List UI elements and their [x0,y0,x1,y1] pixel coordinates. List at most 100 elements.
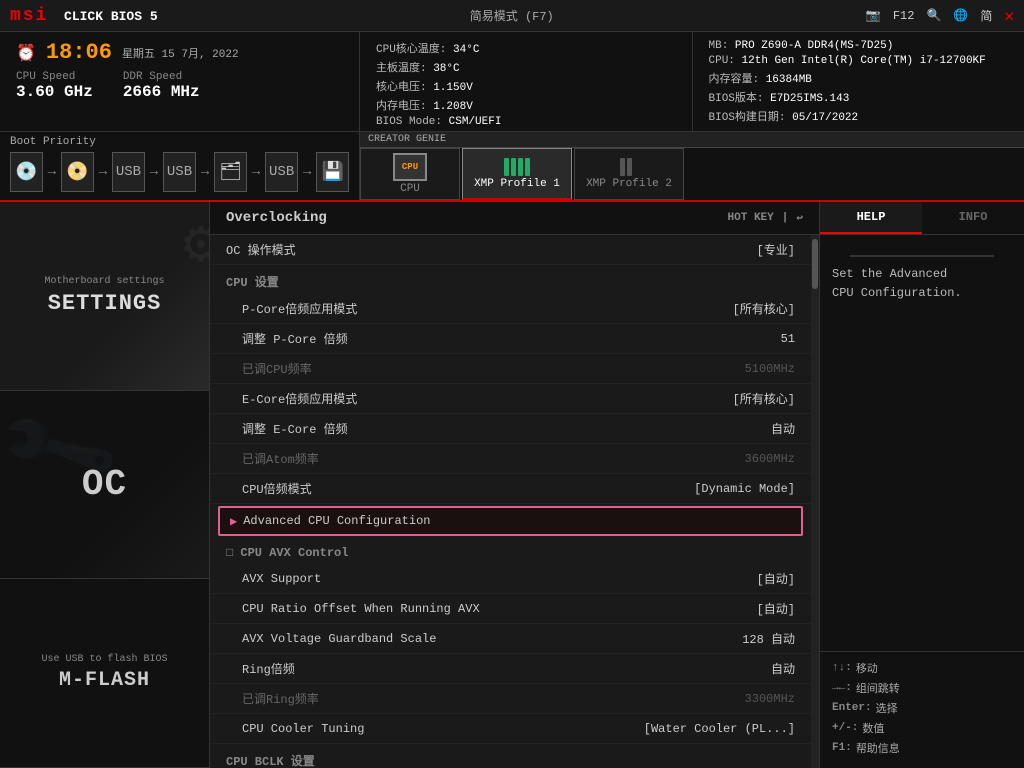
setting-name: CPU Cooler Tuning [242,722,644,736]
setting-value: 5100MHz [745,362,795,376]
tab-xmp2[interactable]: XMP Profile 2 [574,148,684,200]
setting-row[interactable]: ▶ Advanced CPU Configuration [218,506,803,536]
cpu-icon: CPU [393,153,427,181]
top-bar-center: 简易模式 (F7) [470,7,554,24]
setting-name: CPU Ratio Offset When Running AVX [242,602,757,616]
setting-row[interactable]: AVX Voltage Guardband Scale128 自动 [210,624,811,654]
flash-section[interactable]: Use USB to flash BIOS M-FLASH [0,579,209,768]
f12-label[interactable]: F12 [893,9,915,23]
setting-name: OC 操作模式 [226,241,757,258]
status-bar: ⏰ 18:06 星期五 15 7月, 2022 CPU Speed 3.60 G… [0,32,1024,132]
return-icon[interactable]: ↩ [796,211,803,225]
right-tabs: HELP INFO [820,202,1024,235]
setting-row[interactable]: 已调Atom频率3600MHz [210,444,811,474]
boot-priority-area: Boot Priority 💿 → 📀 → USB → USB → 🗂 → US… [0,132,360,200]
setting-name: 已调Ring频率 [242,690,745,707]
setting-value: 3600MHz [745,452,795,466]
top-bar-right: 📷 F12 🔍 🌐 简 ✕ [866,6,1014,26]
gear-icon: ⚙ [183,207,209,281]
setting-value: [自动] [757,600,795,617]
setting-value: 51 [781,332,795,346]
setting-name: E-Core倍频应用模式 [242,390,733,407]
status-right-row: 内存容量: 16384MB [709,70,1009,86]
settings-list: OC 操作模式[专业]CPU 设置P-Core倍频应用模式[所有核心]调整 P-… [210,235,811,768]
boot-hdd-icon[interactable]: 💿 [10,152,43,192]
sidebar: ⚙ Motherboard settings SETTINGS 🔧 OC Use… [0,202,210,768]
setting-value: [专业] [757,241,795,258]
profile-tabs: CPU CPU XMP Profile 1 XMP Profile 2 [360,148,1024,200]
setting-name: AVX Support [242,572,757,586]
setting-row[interactable]: 调整 P-Core 倍频51 [210,324,811,354]
setting-row[interactable]: CPU Cooler Tuning[Water Cooler (PL...] [210,714,811,744]
status-left: ⏰ 18:06 星期五 15 7月, 2022 CPU Speed 3.60 G… [0,32,360,131]
key-legend-row: Enter: 选择 [832,700,1012,716]
clock-time: 18:06 [46,40,112,65]
simple-mode-label[interactable]: 简易模式 (F7) [470,7,554,24]
status-right-row: BIOS构建日期: 05/17/2022 [709,108,1009,124]
key-legend-row: →←: 组间跳转 [832,680,1012,696]
setting-row[interactable]: AVX Support[自动] [210,564,811,594]
msi-logo: msi CLICK BIOS 5 [10,6,158,26]
setting-name: P-Core倍频应用模式 [242,300,733,317]
creator-genie-tab[interactable]: CREATOR GENIE [360,132,1024,148]
close-icon[interactable]: ✕ [1004,6,1014,26]
setting-row[interactable]: 已调CPU频率5100MHz [210,354,811,384]
ddr-speed-item: DDR Speed 2666 MHz [123,71,200,101]
tab-cpu[interactable]: CPU CPU [360,148,460,200]
setting-value: 3300MHz [745,692,795,706]
cpu-speed-item: CPU Speed 3.60 GHz [16,71,93,101]
help-divider [850,255,994,257]
boot-usb3-icon[interactable]: USB [265,152,298,192]
setting-value: 自动 [771,420,795,437]
lang-label[interactable]: 简 [980,7,992,24]
overclocking-title: Overclocking [226,210,327,226]
search-icon[interactable]: 🔍 [926,8,941,23]
info-tab[interactable]: INFO [922,202,1024,234]
oc-section[interactable]: 🔧 OC [0,391,209,580]
setting-name: CPU倍频模式 [242,480,694,497]
flash-large-label: M-FLASH [59,669,150,692]
status-right: MB: PRO Z690-A DDR4(MS-7D25)CPU: 12th Ge… [693,32,1024,131]
center-content: Overclocking HOT KEY | ↩ OC 操作模式[专业]CPU … [210,202,819,768]
screenshot-icon[interactable]: 📷 [866,8,881,23]
scrollbar[interactable] [811,235,819,768]
setting-value: [所有核心] [733,300,795,317]
tab-xmp1[interactable]: XMP Profile 1 [462,148,572,200]
key-legend-row: F1: 帮助信息 [832,740,1012,756]
setting-name: AVX Voltage Guardband Scale [242,632,742,646]
oc-label: OC [82,464,127,505]
cpu-speed-label: CPU Speed [16,71,93,83]
settings-section[interactable]: ⚙ Motherboard settings SETTINGS [0,202,209,391]
ddr-speed-val: 2666 MHz [123,83,200,101]
setting-row[interactable]: Ring倍频自动 [210,654,811,684]
setting-row[interactable]: CPU Ratio Offset When Running AVX[自动] [210,594,811,624]
mem-icon [504,158,530,176]
clock-icon: ⏰ [16,43,36,63]
boot-usb1-icon[interactable]: USB [112,152,145,192]
key-legend: ↑↓: 移动→←: 组间跳转Enter: 选择+/-: 数值F1: 帮助信息 [820,651,1024,768]
setting-row[interactable]: 调整 E-Core 倍频自动 [210,414,811,444]
globe-icon[interactable]: 🌐 [953,8,968,23]
settings-large-label: SETTINGS [48,291,162,316]
cpu-speed-val: 3.60 GHz [16,83,93,101]
help-tab[interactable]: HELP [820,202,922,234]
boot-dvd-icon[interactable]: 📀 [61,152,94,192]
status-center-row: CPU核心温度: 34°C [376,40,676,56]
setting-row[interactable]: OC 操作模式[专业] [210,235,811,265]
status-center: CPU核心温度: 34°C主板温度: 38°C核心电压: 1.150V内存电压:… [360,32,693,131]
setting-row[interactable]: P-Core倍频应用模式[所有核心] [210,294,811,324]
setting-row[interactable]: E-Core倍频应用模式[所有核心] [210,384,811,414]
setting-row[interactable]: 已调Ring频率3300MHz [210,684,811,714]
boot-nvme-icon[interactable]: 🗂 [214,152,247,192]
flash-small-label: Use USB to flash BIOS [41,654,167,665]
right-panel: HELP INFO Set the Advanced CPU Configura… [819,202,1024,768]
pipe-divider: | [782,212,789,224]
boot-usb2-icon[interactable]: USB [163,152,196,192]
setting-row[interactable]: CPU倍频模式[Dynamic Mode] [210,474,811,504]
setting-value: 128 自动 [742,630,795,647]
tabs-container: CREATOR GENIE CPU CPU XMP Profile 1 [360,132,1024,200]
setting-name: 已调Atom频率 [242,450,745,467]
oc-header-right: HOT KEY | ↩ [728,211,803,225]
boot-disk-icon[interactable]: 💾 [316,152,349,192]
setting-value: [自动] [757,570,795,587]
